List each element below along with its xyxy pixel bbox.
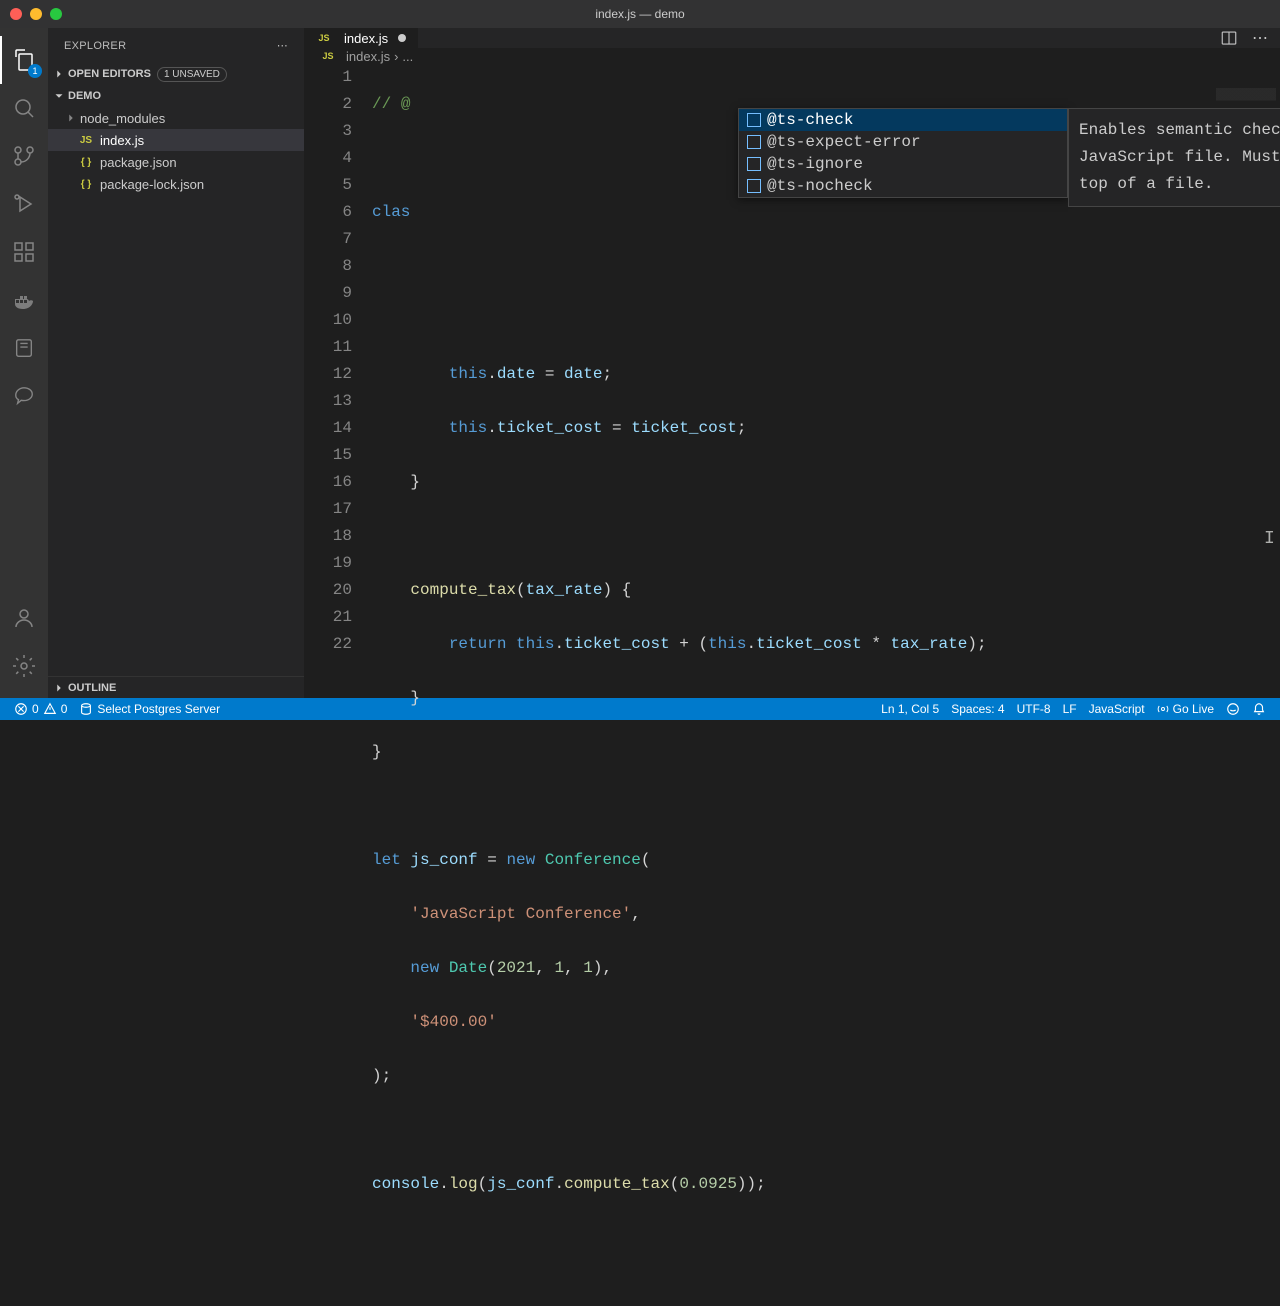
account-icon[interactable] bbox=[0, 594, 48, 642]
window-controls bbox=[10, 8, 62, 20]
suggest-item-ts-nocheck[interactable]: @ts-nocheck bbox=[739, 175, 1067, 197]
status-errors[interactable]: 0 0 bbox=[8, 702, 73, 716]
split-editor-icon[interactable] bbox=[1220, 29, 1238, 47]
maximize-window-icon[interactable] bbox=[50, 8, 62, 20]
json-file-icon: { } bbox=[78, 154, 94, 170]
tree-file-index-js[interactable]: JS index.js bbox=[48, 129, 304, 151]
chevron-right-icon bbox=[52, 681, 66, 695]
sidebar-title: EXPLORER bbox=[64, 40, 126, 52]
suggestion-popup[interactable]: @ts-check @ts-expect-error @ts-ignore @t… bbox=[738, 108, 1068, 198]
extension-icon-b[interactable] bbox=[0, 372, 48, 420]
tree-folder-node-modules[interactable]: node_modules bbox=[48, 107, 304, 129]
suggest-item-ts-ignore[interactable]: @ts-ignore bbox=[739, 153, 1067, 175]
dirty-dot-icon bbox=[398, 34, 406, 42]
close-window-icon[interactable] bbox=[10, 8, 22, 20]
code-editor[interactable]: 12345678910111213141516171819202122 // @… bbox=[304, 64, 1280, 1306]
suggest-item-ts-expect-error[interactable]: @ts-expect-error bbox=[739, 131, 1067, 153]
chevron-right-icon bbox=[52, 67, 66, 81]
suggestion-doc: × Enables semantic checking in a JavaScr… bbox=[1068, 108, 1280, 207]
suggest-item-ts-check[interactable]: @ts-check bbox=[739, 109, 1067, 131]
snippet-icon bbox=[747, 157, 761, 171]
project-header[interactable]: DEMO bbox=[48, 85, 304, 107]
unsaved-badge: 1 UNSAVED bbox=[157, 67, 227, 82]
extension-icon-a[interactable] bbox=[0, 324, 48, 372]
snippet-icon bbox=[747, 135, 761, 149]
tab-index-js[interactable]: JS index.js bbox=[304, 28, 419, 48]
editor-area: JS index.js ⋯ JS index.js › ... 12345678… bbox=[304, 28, 1280, 698]
titlebar: index.js — demo bbox=[0, 0, 1280, 28]
open-editors-header[interactable]: OPEN EDITORS 1 UNSAVED bbox=[48, 63, 304, 85]
more-actions-icon[interactable]: ⋯ bbox=[1252, 28, 1268, 48]
status-postgres[interactable]: Select Postgres Server bbox=[73, 702, 226, 716]
file-tree: node_modules JS index.js { } package.jso… bbox=[48, 107, 304, 195]
window-title: index.js — demo bbox=[595, 7, 684, 21]
chevron-right-icon bbox=[64, 111, 78, 125]
search-icon[interactable] bbox=[0, 84, 48, 132]
explorer-icon[interactable]: 1 bbox=[0, 36, 48, 84]
sidebar: EXPLORER ⋯ OPEN EDITORS 1 UNSAVED DEMO n… bbox=[48, 28, 304, 698]
gear-icon[interactable] bbox=[0, 642, 48, 690]
snippet-icon bbox=[747, 179, 761, 193]
tree-file-package-json[interactable]: { } package.json bbox=[48, 151, 304, 173]
snippet-icon bbox=[747, 113, 761, 127]
chevron-down-icon bbox=[52, 89, 66, 103]
outline-header[interactable]: OUTLINE bbox=[48, 676, 304, 698]
more-icon[interactable]: ⋯ bbox=[277, 39, 288, 52]
debug-icon[interactable] bbox=[0, 180, 48, 228]
line-gutter: 12345678910111213141516171819202122 bbox=[304, 64, 372, 1306]
code-content[interactable]: // @ clas this.date = date; this.ticket_… bbox=[372, 64, 1280, 1306]
tree-file-package-lock-json[interactable]: { } package-lock.json bbox=[48, 173, 304, 195]
js-file-icon: JS bbox=[78, 132, 94, 148]
activity-bar: 1 bbox=[0, 28, 48, 698]
minimize-window-icon[interactable] bbox=[30, 8, 42, 20]
breadcrumb[interactable]: JS index.js › ... bbox=[304, 48, 1280, 64]
js-file-icon: JS bbox=[320, 48, 336, 64]
json-file-icon: { } bbox=[78, 176, 94, 192]
js-file-icon: JS bbox=[316, 30, 332, 46]
docker-icon[interactable] bbox=[0, 276, 48, 324]
explorer-badge: 1 bbox=[28, 64, 42, 78]
source-control-icon[interactable] bbox=[0, 132, 48, 180]
extensions-icon[interactable] bbox=[0, 228, 48, 276]
tab-bar: JS index.js ⋯ bbox=[304, 28, 1280, 48]
